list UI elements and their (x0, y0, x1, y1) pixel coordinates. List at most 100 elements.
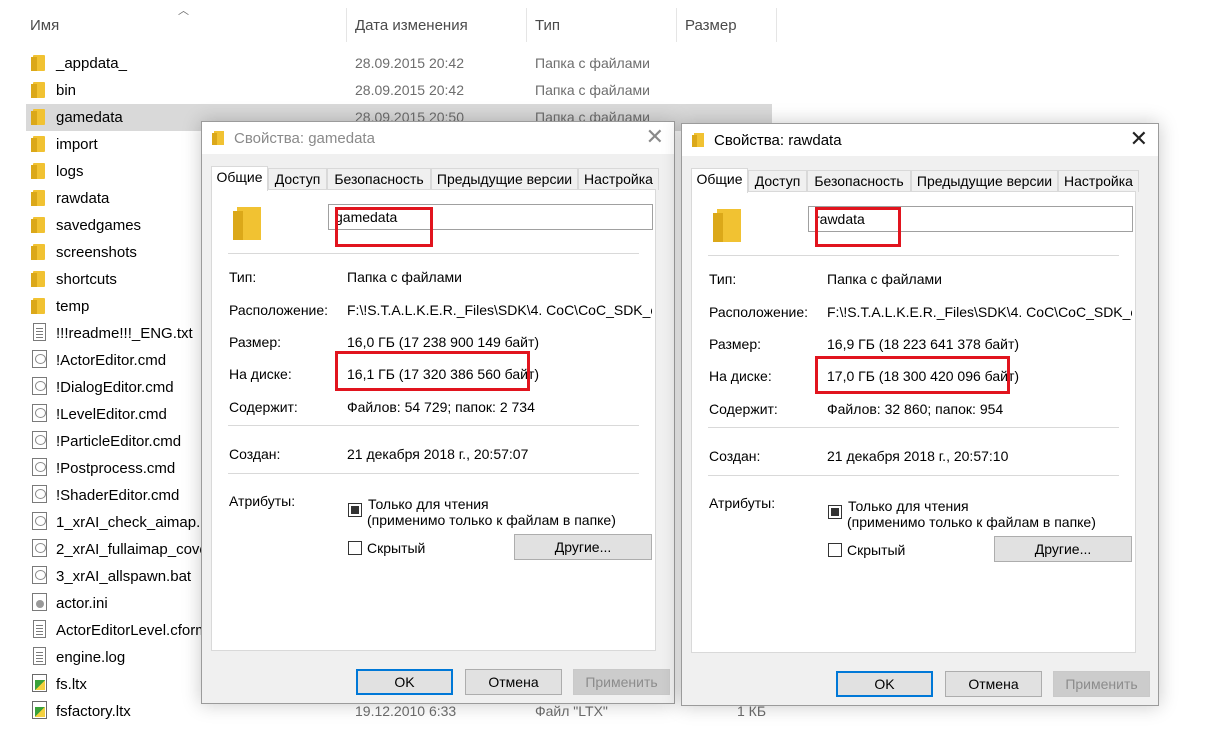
tab-security[interactable]: Безопасность (807, 170, 911, 192)
readonly-hint: (применимо только к файлам в папке) (847, 514, 1096, 530)
column-header-bar: ︿ Имя Дата изменения Тип Размер (0, 0, 1219, 44)
type-label: Тип: (709, 271, 737, 287)
file-name: screenshots (56, 244, 137, 261)
size-value: 16,0 ГБ (17 238 900 149 байт) (347, 334, 540, 350)
file-name: engine.log (56, 649, 126, 666)
file-name: !ActorEditor.cmd (56, 352, 167, 369)
size-label: Размер: (709, 336, 762, 352)
hidden-checkbox[interactable] (348, 541, 362, 555)
apply-button[interactable]: Применить (1053, 671, 1150, 697)
tab-previous-versions[interactable]: Предыдущие версии (431, 168, 578, 190)
disk-size-label: На диске: (229, 366, 292, 382)
cancel-button[interactable]: Отмена (945, 671, 1042, 697)
file-name: !ShaderEditor.cmd (56, 487, 180, 504)
divider (228, 253, 639, 254)
tab-customize[interactable]: Настройка (1058, 170, 1139, 192)
tab-general[interactable]: Общие (691, 168, 748, 193)
cmd-file-icon (32, 566, 47, 584)
hidden-label: Скрытый (367, 540, 426, 556)
file-name: 1_xrAI_check_aimap.bat (56, 514, 222, 531)
created-value: 21 декабря 2018 г., 20:57:10 (827, 448, 1009, 464)
column-divider[interactable] (346, 8, 347, 42)
tab-previous-versions[interactable]: Предыдущие версии (911, 170, 1058, 192)
file-name: import (56, 136, 98, 153)
attributes-label: Атрибуты: (229, 493, 296, 509)
column-name[interactable]: Имя (30, 0, 59, 44)
folder-icon (31, 163, 45, 179)
file-name: fsfactory.ltx (56, 703, 131, 720)
tab-sharing[interactable]: Доступ (268, 168, 327, 190)
file-name: actor.ini (56, 595, 108, 612)
file-type: Папка с файлами (535, 55, 650, 71)
contains-label: Содержит: (709, 401, 778, 417)
file-date: 19.12.2010 6:33 (355, 703, 457, 719)
file-name: savedgames (56, 217, 142, 234)
column-size[interactable]: Размер (685, 0, 737, 44)
column-divider[interactable] (676, 8, 677, 42)
location-label: Расположение: (229, 302, 329, 318)
dialog-titlebar[interactable]: Свойства: gamedata ✕ (202, 122, 674, 154)
file-name: logs (56, 163, 84, 180)
tab-security[interactable]: Безопасность (327, 168, 431, 190)
file-type: Файл "LTX" (535, 703, 608, 719)
folder-icon (31, 55, 45, 71)
file-name: fs.ltx (56, 676, 87, 693)
readonly-label: Только для чтения (848, 498, 969, 514)
created-label: Создан: (709, 448, 761, 464)
file-name: _appdata_ (56, 55, 127, 72)
folder-icon (31, 217, 45, 233)
type-value: Папка с файлами (827, 271, 942, 287)
column-divider[interactable] (776, 8, 777, 42)
advanced-attributes-button[interactable]: Другие... (514, 534, 652, 560)
readonly-checkbox[interactable] (348, 503, 362, 517)
close-icon[interactable]: ✕ (1130, 127, 1148, 151)
blank-file-icon (33, 620, 46, 638)
folder-icon (31, 190, 45, 206)
column-divider[interactable] (526, 8, 527, 42)
highlight-box (815, 356, 1010, 394)
close-icon[interactable]: ✕ (646, 125, 664, 149)
cmd-file-icon (32, 377, 47, 395)
column-type[interactable]: Тип (535, 0, 560, 44)
file-name: temp (56, 298, 90, 315)
readonly-checkbox[interactable] (828, 505, 842, 519)
folder-icon (31, 82, 45, 98)
highlight-box (815, 207, 901, 247)
tab-general[interactable]: Общие (211, 166, 268, 191)
ltx-file-icon (32, 674, 47, 692)
disk-size-label: На диске: (709, 368, 772, 384)
readonly-hint: (применимо только к файлам в папке) (367, 512, 616, 528)
tab-customize[interactable]: Настройка (578, 168, 659, 190)
contains-value: Файлов: 54 729; папок: 2 734 (347, 399, 535, 415)
divider (708, 427, 1119, 428)
cmd-file-icon (32, 512, 47, 530)
folder-icon (31, 136, 45, 152)
advanced-attributes-button[interactable]: Другие... (994, 536, 1132, 562)
divider (228, 425, 639, 426)
sort-ascending-icon: ︿ (178, 5, 189, 17)
file-name: !DialogEditor.cmd (56, 379, 174, 396)
highlight-box (335, 351, 530, 391)
file-name: !!!readme!!!_ENG.txt (56, 325, 193, 342)
cmd-file-icon (32, 431, 47, 449)
hidden-checkbox[interactable] (828, 543, 842, 557)
created-label: Создан: (229, 446, 281, 462)
divider (708, 255, 1119, 256)
file-date: 28.09.2015 20:42 (355, 82, 464, 98)
type-value: Папка с файлами (347, 269, 462, 285)
cancel-button[interactable]: Отмена (465, 669, 562, 695)
file-row[interactable]: bin 28.09.2015 20:42 Папка с файлами (26, 77, 772, 104)
file-type: Папка с файлами (535, 82, 650, 98)
ok-button[interactable]: OK (356, 669, 453, 695)
folder-icon (31, 298, 45, 314)
file-row[interactable]: _appdata_ 28.09.2015 20:42 Папка с файлами (26, 50, 772, 77)
apply-button[interactable]: Применить (573, 669, 670, 695)
ok-button[interactable]: OK (836, 671, 933, 697)
dialog-titlebar[interactable]: Свойства: rawdata ✕ (682, 124, 1158, 156)
tab-sharing[interactable]: Доступ (748, 170, 807, 192)
created-value: 21 декабря 2018 г., 20:57:07 (347, 446, 529, 462)
cmd-file-icon (32, 485, 47, 503)
size-label: Размер: (229, 334, 282, 350)
column-date[interactable]: Дата изменения (355, 0, 468, 44)
contains-value: Файлов: 32 860; папок: 954 (827, 401, 1004, 417)
